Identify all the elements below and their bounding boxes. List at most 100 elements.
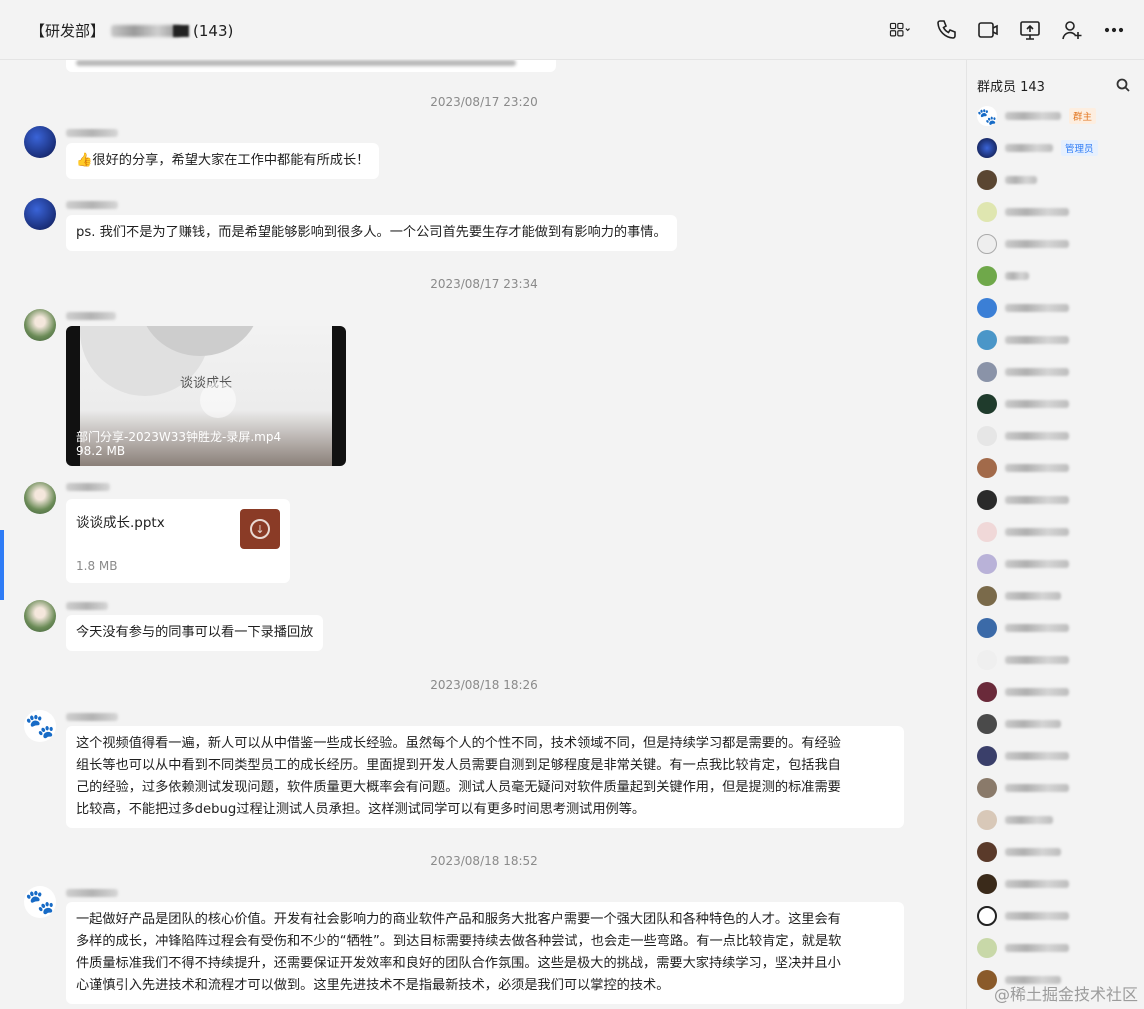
member-avatar xyxy=(977,330,997,350)
screen-share-icon[interactable] xyxy=(1018,18,1042,42)
member-avatar xyxy=(977,362,997,382)
message-line: 组长等也可以从中看到不同类型员工的成长经历。里面提到开发人员需要自测到足够程度是… xyxy=(76,758,841,773)
file-message[interactable]: 谈谈成长.pptx 1.8 MB ↓ xyxy=(66,499,290,583)
sender-name xyxy=(66,312,116,320)
watermark: @稀土掘金技术社区 xyxy=(993,985,1138,1004)
admin-badge: 管理员 xyxy=(1061,140,1098,156)
download-icon[interactable]: ↓ xyxy=(240,509,280,549)
phone-icon[interactable] xyxy=(934,18,958,42)
member-name xyxy=(1005,272,1029,280)
member-item[interactable] xyxy=(977,744,1137,768)
sender-name xyxy=(66,889,118,897)
video-message[interactable]: 谈谈成长 部门分享-2023W33钟胜龙-录屏.mp4 98.2 MB xyxy=(66,326,346,466)
message-line: 比较高，不能把过多debug过程让测试人员承担。这样测试同学可以有更多时间思考测… xyxy=(76,802,646,817)
member-item[interactable] xyxy=(977,840,1137,864)
member-name xyxy=(1005,464,1069,472)
apps-icon[interactable] xyxy=(884,18,916,42)
member-item[interactable]: 管理员 xyxy=(977,136,1137,160)
member-name xyxy=(1005,784,1069,792)
member-avatar xyxy=(977,394,997,414)
member-item[interactable] xyxy=(977,584,1137,608)
member-item[interactable] xyxy=(977,392,1137,416)
member-name xyxy=(1005,752,1069,760)
member-name xyxy=(1005,560,1069,568)
sender-name xyxy=(66,201,118,209)
member-name xyxy=(1005,112,1061,120)
search-icon[interactable] xyxy=(1116,77,1130,92)
member-item[interactable] xyxy=(977,456,1137,480)
member-item[interactable] xyxy=(977,680,1137,704)
owner-badge: 群主 xyxy=(1069,108,1097,124)
member-item[interactable] xyxy=(977,168,1137,192)
member-avatar xyxy=(977,650,997,670)
avatar[interactable] xyxy=(24,600,56,632)
member-avatar xyxy=(977,874,997,894)
member-item[interactable] xyxy=(977,424,1137,448)
member-name xyxy=(1005,848,1061,856)
partial-message-blurred-text xyxy=(76,60,516,66)
member-item[interactable] xyxy=(977,488,1137,512)
chat-title: 【研发部】 (143) xyxy=(30,20,233,41)
member-item[interactable] xyxy=(977,808,1137,832)
member-item[interactable] xyxy=(977,936,1137,960)
member-item[interactable] xyxy=(977,552,1137,576)
member-item[interactable] xyxy=(977,648,1137,672)
member-name xyxy=(1005,624,1069,632)
file-name: 谈谈成长.pptx xyxy=(76,515,165,531)
play-icon[interactable] xyxy=(200,382,236,418)
member-name xyxy=(1005,144,1053,152)
member-name xyxy=(1005,912,1069,920)
chat-title-prefix: 【研发部】 xyxy=(30,22,106,40)
avatar[interactable] xyxy=(24,482,56,514)
chat-title-count: (143) xyxy=(193,21,234,40)
timestamp: 2023/08/18 18:26 xyxy=(430,678,538,692)
add-member-icon[interactable] xyxy=(1060,18,1084,42)
sender-name xyxy=(66,602,108,610)
member-item[interactable]: 🐾 群主 xyxy=(977,104,1137,128)
timestamp: 2023/08/18 18:52 xyxy=(430,854,538,868)
chat-message-list[interactable]: 2023/08/17 23:20 👍很好的分享，希望大家在工作中都能有所成长！ … xyxy=(4,60,964,1009)
member-item[interactable] xyxy=(977,232,1137,256)
member-avatar xyxy=(977,202,997,222)
member-name xyxy=(1005,400,1069,408)
member-item[interactable] xyxy=(977,616,1137,640)
message-bubble[interactable]: ps. 我们不是为了赚钱，而是希望能够影响到很多人。一个公司首先要生存才能做到有… xyxy=(66,215,677,251)
member-item[interactable] xyxy=(977,296,1137,320)
member-avatar xyxy=(977,682,997,702)
member-avatar xyxy=(977,266,997,286)
message-bubble[interactable]: 一起做好产品是团队的核心价值。开发有社会影响力的商业软件产品和服务大批客户需要一… xyxy=(66,902,904,1004)
member-item[interactable] xyxy=(977,200,1137,224)
avatar[interactable]: 🐾 xyxy=(24,710,56,742)
member-avatar xyxy=(977,170,997,190)
timestamp: 2023/08/17 23:34 xyxy=(430,277,538,291)
member-item[interactable] xyxy=(977,264,1137,288)
member-item[interactable] xyxy=(977,776,1137,800)
member-item[interactable] xyxy=(977,520,1137,544)
member-avatar xyxy=(977,906,997,926)
more-icon[interactable] xyxy=(1102,18,1126,42)
title-bar: 【研发部】 (143) xyxy=(0,0,1144,60)
member-item[interactable] xyxy=(977,872,1137,896)
message-bubble[interactable]: 今天没有参与的同事可以看一下录播回放 xyxy=(66,615,324,651)
member-avatar xyxy=(977,714,997,734)
avatar[interactable] xyxy=(24,309,56,341)
member-item[interactable] xyxy=(977,360,1137,384)
avatar[interactable] xyxy=(24,198,56,230)
member-avatar xyxy=(977,554,997,574)
video-call-icon[interactable] xyxy=(976,18,1000,42)
member-name xyxy=(1005,240,1069,248)
member-item[interactable] xyxy=(977,328,1137,352)
message-bubble[interactable]: 这个视频值得看一遍，新人可以从中借鉴一些成长经验。虽然每个人的个性不同，技术领域… xyxy=(66,726,904,828)
message-line: 心谨慎引入先进技术和流程才可以做到。这里先进技术不是指最新技术，必须是我们可以掌… xyxy=(76,978,670,993)
member-item[interactable] xyxy=(977,712,1137,736)
member-item[interactable] xyxy=(977,904,1137,928)
message-bubble[interactable]: 👍很好的分享，希望大家在工作中都能有所成长！ xyxy=(66,143,380,179)
member-name xyxy=(1005,208,1069,216)
sender-name xyxy=(66,483,110,491)
video-file-name: 部门分享-2023W33钟胜龙-录屏.mp4 xyxy=(76,430,282,444)
member-name xyxy=(1005,496,1069,504)
avatar[interactable]: 🐾 xyxy=(24,886,56,918)
member-name xyxy=(1005,528,1069,536)
avatar[interactable] xyxy=(24,126,56,158)
member-avatar xyxy=(977,746,997,766)
